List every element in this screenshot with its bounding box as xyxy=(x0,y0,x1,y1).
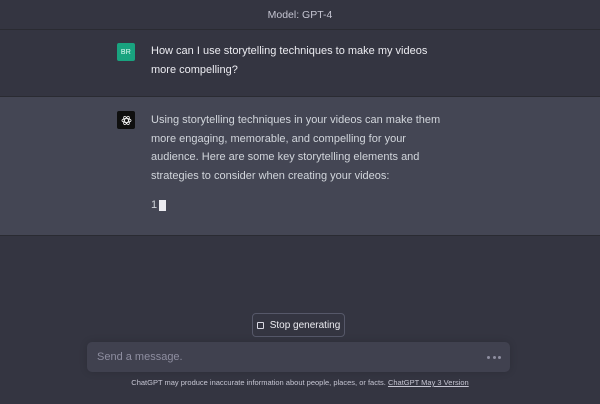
typing-cursor xyxy=(159,199,167,211)
version-link[interactable]: ChatGPT May 3 Version xyxy=(388,378,469,387)
ellipsis-icon[interactable] xyxy=(487,351,501,363)
assistant-message-text: Using storytelling techniques in your vi… xyxy=(151,114,441,182)
message-input[interactable] xyxy=(97,349,477,365)
user-avatar-initials: BR xyxy=(120,48,132,56)
disclaimer-text: ChatGPT may produce inaccurate informati… xyxy=(131,378,386,387)
stop-square-icon xyxy=(256,321,264,329)
assistant-streaming-line: 1 xyxy=(151,197,167,213)
model-label: Model: GPT-4 xyxy=(267,8,333,21)
user-avatar: BR xyxy=(117,43,135,61)
assistant-partial-text: 1 xyxy=(151,199,158,211)
openai-logo-icon xyxy=(117,111,135,129)
assistant-message: Using storytelling techniques in your vi… xyxy=(0,97,600,236)
stop-generating-button[interactable]: Stop generating xyxy=(252,313,345,337)
message-composer xyxy=(87,342,510,372)
stop-generating-label: Stop generating xyxy=(269,319,341,331)
chat-app: Model: GPT-4 BR How can I use storytelli… xyxy=(0,0,600,404)
user-message-text: How can I use storytelling techniques to… xyxy=(151,45,428,76)
footer-disclaimer: ChatGPT may produce inaccurate informati… xyxy=(0,378,600,392)
model-header: Model: GPT-4 xyxy=(0,0,600,30)
user-message: BR How can I use storytelling techniques… xyxy=(0,30,600,97)
